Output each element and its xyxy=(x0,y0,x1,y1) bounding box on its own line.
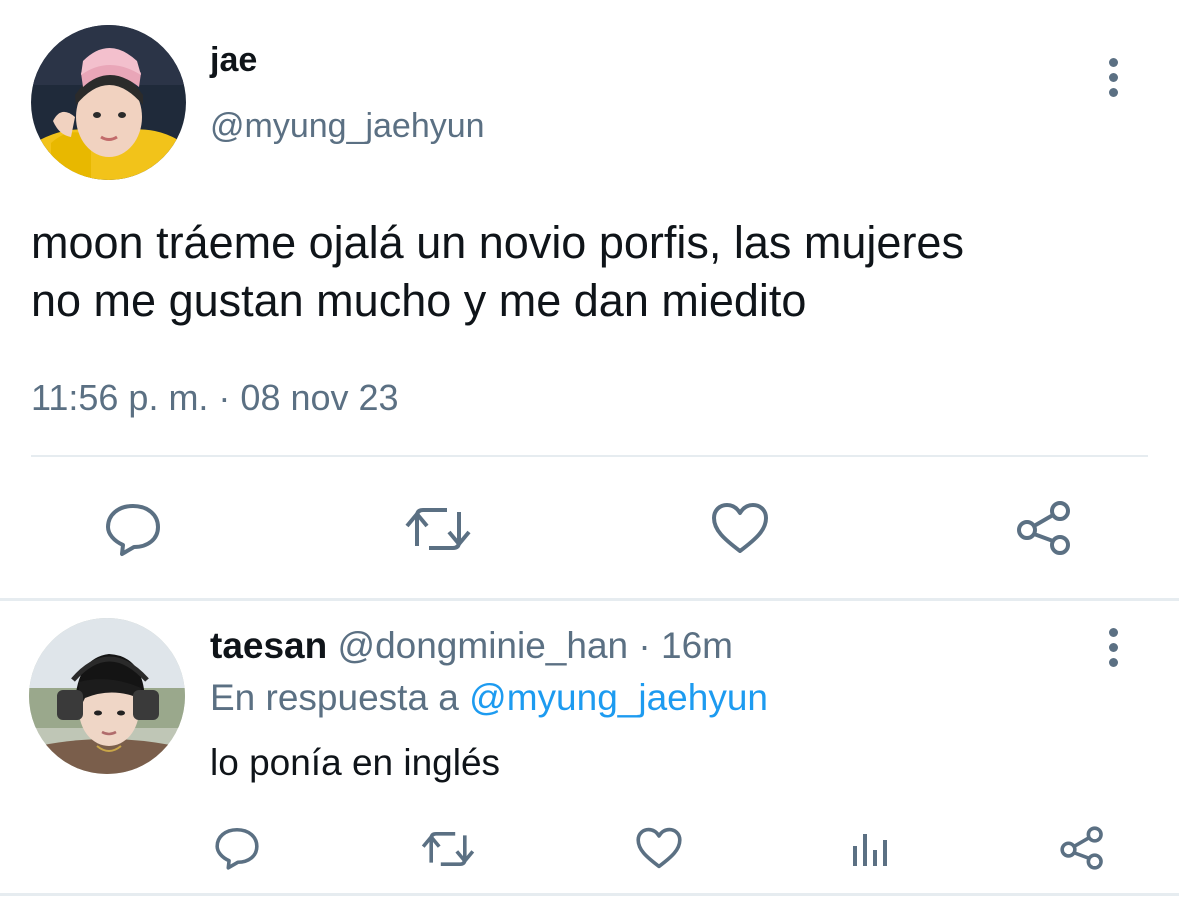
divider xyxy=(31,455,1148,457)
like-button[interactable] xyxy=(710,501,770,555)
reply-analytics-button[interactable] xyxy=(850,828,890,868)
share-button[interactable] xyxy=(1014,499,1074,557)
reply-more-options-button[interactable] xyxy=(1109,628,1121,668)
reply-header: taesan @dongminie_han · 16m xyxy=(210,624,733,668)
retweet-button[interactable] xyxy=(403,504,473,554)
reply-icon xyxy=(215,827,259,870)
author-handle[interactable]: @myung_jaehyun xyxy=(210,106,485,146)
reply-author-name[interactable]: taesan xyxy=(210,625,327,666)
meta-separator: · xyxy=(638,625,651,666)
tweet-text-line-1: moon tráeme ojalá un novio porfis, las m… xyxy=(31,217,964,268)
share-icon xyxy=(1017,501,1070,555)
reply-share-button[interactable] xyxy=(1058,825,1106,871)
retweet-icon xyxy=(405,508,471,550)
replying-to-label: En respuesta a xyxy=(210,677,459,718)
like-icon xyxy=(636,827,682,869)
section-divider xyxy=(0,598,1179,601)
reply-author-handle[interactable]: @dongminie_han xyxy=(338,625,629,666)
reply-author-avatar[interactable] xyxy=(29,618,185,774)
analytics-icon xyxy=(853,834,887,866)
author-name[interactable]: jae xyxy=(210,40,257,80)
replying-to-link[interactable]: @myung_jaehyun xyxy=(469,677,768,718)
kebab-icon xyxy=(1109,628,1118,637)
reply-text: lo ponía en inglés xyxy=(210,742,501,783)
reply-like-button[interactable] xyxy=(635,826,683,870)
like-icon xyxy=(712,503,768,553)
share-icon xyxy=(1060,826,1103,870)
kebab-icon xyxy=(1109,58,1118,67)
replying-to: En respuesta a @myung_jaehyun xyxy=(210,676,768,720)
tweet-text-line-2: no me gustan mucho y me dan miedito xyxy=(31,275,807,326)
bottom-divider xyxy=(0,893,1179,896)
reply-retweet-button[interactable] xyxy=(420,829,476,869)
tweet-text: moon tráeme ojalá un novio porfis, las m… xyxy=(31,214,964,330)
reply-button[interactable] xyxy=(104,500,162,558)
reply-reply-button[interactable] xyxy=(214,825,260,871)
reply-icon xyxy=(106,504,160,556)
retweet-icon xyxy=(421,832,475,866)
author-avatar[interactable] xyxy=(31,25,186,180)
tweet-timestamp[interactable]: 11:56 p. m. · 08 nov 23 xyxy=(31,377,399,419)
more-options-button[interactable] xyxy=(1109,58,1121,98)
reply-time[interactable]: 16m xyxy=(661,625,733,666)
